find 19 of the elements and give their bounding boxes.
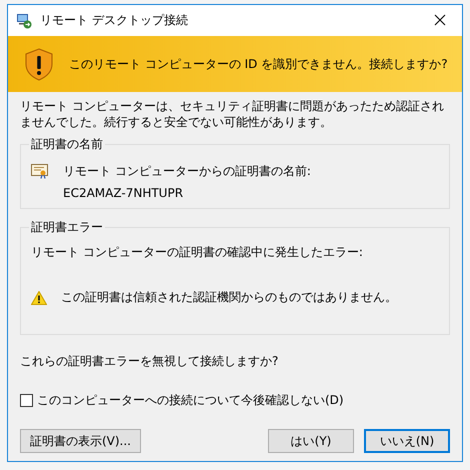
certificate-name-value: EC2AMAZ-7NHTUPR — [63, 186, 184, 200]
dialog-button[interactable]: いいえ(N) — [364, 429, 450, 453]
group-title: 証明書の名前 — [30, 136, 104, 153]
checkbox[interactable] — [20, 394, 33, 407]
certificate-name-label: リモート コンピューターからの証明書の名前: — [63, 163, 311, 180]
error-message: この証明書は信頼された認証機関からのものではありません。 — [61, 289, 397, 306]
dialog-button[interactable]: はい(Y) — [268, 429, 354, 453]
group-title: 証明書エラー — [30, 219, 104, 236]
warning-icon — [31, 290, 47, 304]
certificate-icon — [31, 163, 49, 179]
window-title: リモート デスクトップ接続 — [40, 12, 189, 29]
banner-message: このリモート コンピューターの ID を識別できません。接続しますか? — [69, 56, 448, 72]
remote-desktop-icon — [16, 12, 32, 28]
view-certificate-button[interactable]: 証明書の表示(V)... — [20, 429, 141, 453]
errors-intro-text: リモート コンピューターの証明書の確認中に発生したエラー: — [31, 244, 364, 261]
question-text: これらの証明書エラーを無視して接続しますか? — [20, 353, 280, 370]
shield-warning-icon — [25, 48, 53, 80]
checkbox-label[interactable]: このコンピューターへの接続について今後確認しない(D) — [37, 392, 344, 409]
description-text: リモート コンピューターは、セキュリティ証明書に問題があったため認証されませんでした。続行すると安全でない可能性があります。 — [20, 98, 445, 130]
